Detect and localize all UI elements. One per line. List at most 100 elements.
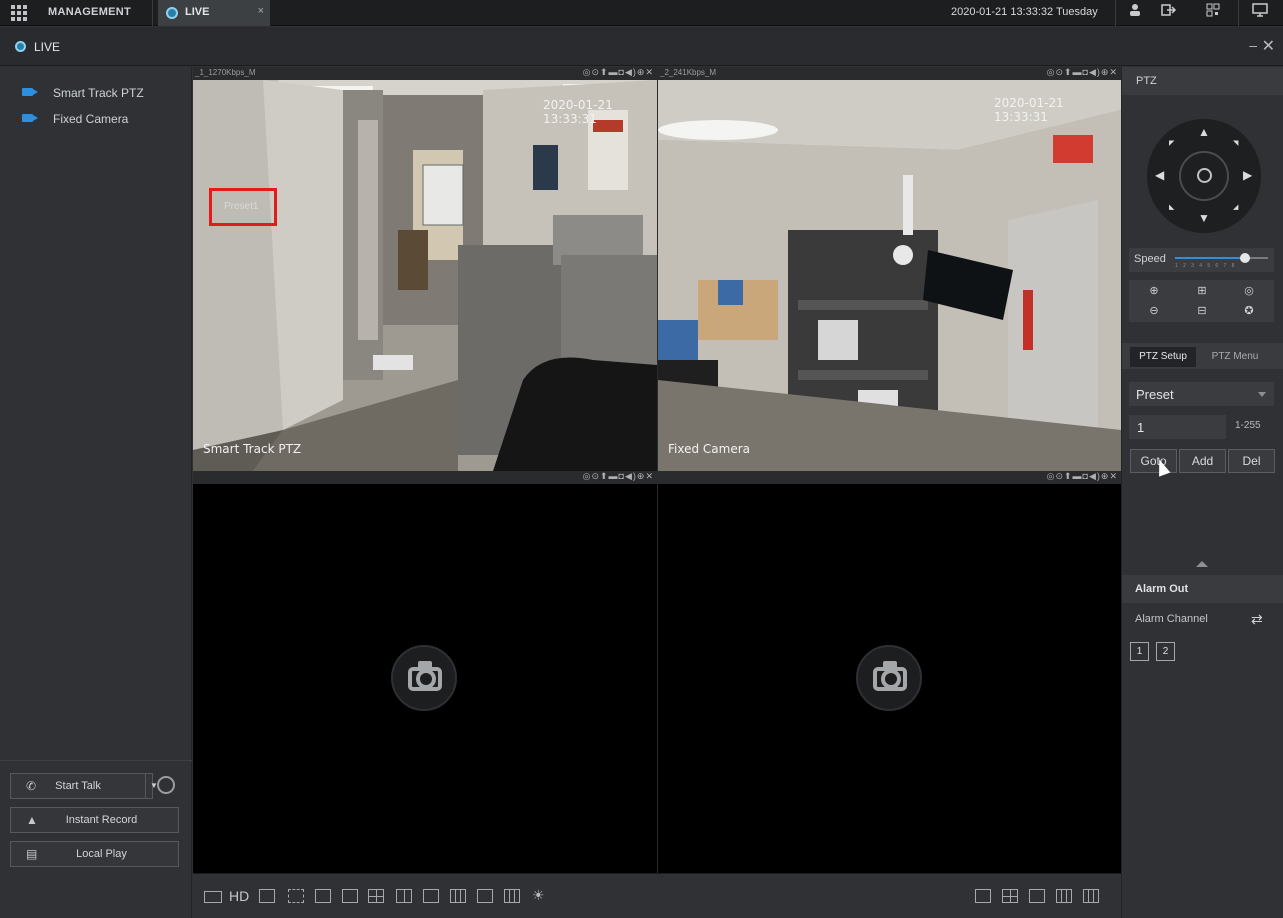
- monitor-icon[interactable]: [1250, 3, 1270, 23]
- split-4-icon[interactable]: [368, 889, 384, 903]
- pane-tools[interactable]: ◎⊙⬆▬◘◀)⊕✕: [583, 67, 654, 78]
- tab-close-icon[interactable]: ×: [258, 5, 264, 17]
- start-talk-label: Start Talk: [55, 780, 101, 792]
- stream-info: _2_241Kbps_M: [660, 68, 717, 77]
- focus-far-icon[interactable]: ⊟: [1192, 304, 1212, 317]
- app-grid-icon[interactable]: [10, 4, 28, 22]
- pan-down-left-icon[interactable]: ◣: [1169, 203, 1174, 211]
- lab-scene-image: [658, 80, 1121, 471]
- layout-4-icon[interactable]: [1002, 889, 1018, 903]
- pan-right-icon[interactable]: ▶: [1243, 168, 1252, 182]
- preset-number-input[interactable]: 1: [1129, 415, 1226, 439]
- pane-tools[interactable]: ◎⊙⬆▬◘◀)⊕✕: [1047, 67, 1118, 78]
- pan-down-icon[interactable]: ▼: [1198, 211, 1210, 225]
- video-pane-4[interactable]: ◎⊙⬆▬◘◀)⊕✕: [658, 471, 1121, 873]
- fullscreen-icon[interactable]: [288, 889, 304, 903]
- device-label: Smart Track PTZ: [53, 86, 144, 100]
- alarm-channel-2[interactable]: 2: [1156, 642, 1175, 661]
- split-13-icon[interactable]: [477, 889, 493, 903]
- close-button[interactable]: ✕: [1262, 36, 1275, 56]
- instant-record-button[interactable]: ▲ Instant Record: [10, 807, 179, 833]
- alarm-channel-label: Alarm Channel: [1135, 613, 1208, 625]
- split-8-icon[interactable]: [423, 889, 439, 903]
- stream-icon[interactable]: [259, 889, 275, 903]
- ptz-panel: PTZ ▲ ▼ ◀ ▶ ◤ ◥ ◣ ◢ Speed 12345678 ⊕ ⊞ ◎…: [1121, 67, 1283, 918]
- ptz-function-value: Preset: [1136, 387, 1174, 402]
- talk-status-icon[interactable]: [157, 776, 175, 794]
- pan-up-icon[interactable]: ▲: [1198, 125, 1210, 139]
- video-pane-2[interactable]: _2_241Kbps_M ◎⊙⬆▬◘◀)⊕✕ 2020-01-21 13:33:…: [658, 67, 1121, 471]
- video-pane-3[interactable]: ◎⊙⬆▬◘◀)⊕✕: [193, 471, 657, 873]
- collapse-up-icon[interactable]: [1196, 561, 1208, 567]
- minimize-button[interactable]: –: [1249, 37, 1257, 53]
- video-pane-1[interactable]: _1_1270Kbps_M ◎⊙⬆▬◘◀)⊕✕ 2020-01-21 13:33…: [193, 67, 657, 471]
- del-button[interactable]: Del: [1228, 449, 1275, 473]
- no-video-camera-icon: [856, 645, 922, 711]
- iris-close-icon[interactable]: ✪: [1239, 304, 1259, 317]
- zoom-out-icon[interactable]: ⊖: [1144, 304, 1164, 317]
- live-icon: [15, 41, 26, 52]
- preset-overlay-label: Preset1: [224, 201, 259, 212]
- pane-divider: [657, 67, 658, 873]
- device-item-smart-track-ptz[interactable]: Smart Track PTZ: [20, 84, 190, 102]
- brightness-icon[interactable]: ☀: [532, 887, 545, 904]
- zoom-in-icon[interactable]: ⊕: [1144, 284, 1164, 297]
- start-talk-button[interactable]: ✆ Start Talk ▼: [10, 773, 158, 799]
- management-menu[interactable]: MANAGEMENT: [48, 6, 131, 18]
- add-button[interactable]: Add: [1179, 449, 1226, 473]
- ptz-video-feed: 2020-01-21 13:33:31 Smart Track PTZ Pres…: [193, 80, 657, 471]
- divider: [1115, 0, 1116, 26]
- layout-9-icon[interactable]: [1056, 889, 1072, 903]
- split-9-icon[interactable]: [450, 889, 466, 903]
- pane-tools[interactable]: ◎⊙⬆▬◘◀)⊕✕: [583, 471, 654, 482]
- ratio-icon[interactable]: [204, 891, 222, 903]
- tab-ptz-setup[interactable]: PTZ Setup: [1130, 347, 1196, 367]
- no-video-camera-icon: [391, 645, 457, 711]
- tab-ptz-menu[interactable]: PTZ Menu: [1202, 347, 1268, 367]
- osd-timestamp: 2020-01-21 13:33:31: [994, 96, 1064, 124]
- iris-open-icon[interactable]: ◎: [1239, 284, 1259, 297]
- alarm-out-title: Alarm Out: [1135, 583, 1189, 595]
- local-play-button[interactable]: ▤ Local Play: [10, 841, 179, 867]
- pane-header: _1_1270Kbps_M ◎⊙⬆▬◘◀)⊕✕: [193, 67, 657, 80]
- osd-camera-name: Smart Track PTZ: [203, 442, 302, 456]
- speed-slider-handle[interactable]: [1239, 253, 1250, 263]
- chevron-down-icon: [1258, 392, 1266, 397]
- split-16-icon[interactable]: [504, 889, 520, 903]
- split-1x1-top-icon[interactable]: [315, 889, 331, 903]
- logout-icon[interactable]: [1160, 3, 1180, 23]
- camera-icon: [22, 88, 38, 96]
- qr-code-icon[interactable]: [1203, 3, 1223, 23]
- pan-up-right-icon[interactable]: ◥: [1233, 139, 1238, 147]
- stream-info: _1_1270Kbps_M: [195, 68, 256, 77]
- layout-1-icon[interactable]: [975, 889, 991, 903]
- ptz-function-select[interactable]: Preset: [1129, 382, 1274, 406]
- user-icon[interactable]: [1125, 3, 1145, 23]
- pane-header: ◎⊙⬆▬◘◀)⊕✕: [193, 471, 657, 484]
- pan-up-left-icon[interactable]: ◤: [1169, 139, 1174, 147]
- split-6-icon[interactable]: [396, 889, 412, 903]
- speed-slider[interactable]: [1175, 253, 1268, 263]
- pan-left-icon[interactable]: ◀: [1155, 168, 1164, 182]
- hd-toggle[interactable]: HD: [229, 888, 249, 904]
- layout-6-icon[interactable]: [1029, 889, 1045, 903]
- ptz-center-zoom-icon[interactable]: [1179, 151, 1229, 201]
- alarm-channel-1[interactable]: 1: [1130, 642, 1149, 661]
- pan-down-right-icon[interactable]: ◢: [1233, 203, 1238, 211]
- focus-near-icon[interactable]: ⊞: [1192, 284, 1212, 297]
- pane-tools[interactable]: ◎⊙⬆▬◘◀)⊕✕: [1047, 471, 1118, 482]
- tab-live-label: LIVE: [185, 6, 210, 18]
- speed-ticks: 12345678: [1175, 263, 1240, 269]
- ptz-header: PTZ: [1122, 67, 1283, 95]
- ptz-direction-wheel[interactable]: ▲ ▼ ◀ ▶ ◤ ◥ ◣ ◢: [1147, 119, 1261, 233]
- tab-live[interactable]: LIVE ×: [158, 0, 270, 26]
- ptz-tabs: PTZ Setup PTZ Menu: [1122, 343, 1283, 369]
- speed-label: Speed: [1134, 253, 1166, 265]
- split-1-icon[interactable]: [342, 889, 358, 903]
- refresh-icon[interactable]: ⇄: [1251, 611, 1263, 628]
- live-tab-icon: [166, 7, 178, 19]
- video-grid: _1_1270Kbps_M ◎⊙⬆▬◘◀)⊕✕ 2020-01-21 13:33…: [193, 67, 1121, 873]
- layout-16-icon[interactable]: [1083, 889, 1099, 903]
- camera-icon: [22, 114, 38, 122]
- device-item-fixed-camera[interactable]: Fixed Camera: [20, 110, 190, 128]
